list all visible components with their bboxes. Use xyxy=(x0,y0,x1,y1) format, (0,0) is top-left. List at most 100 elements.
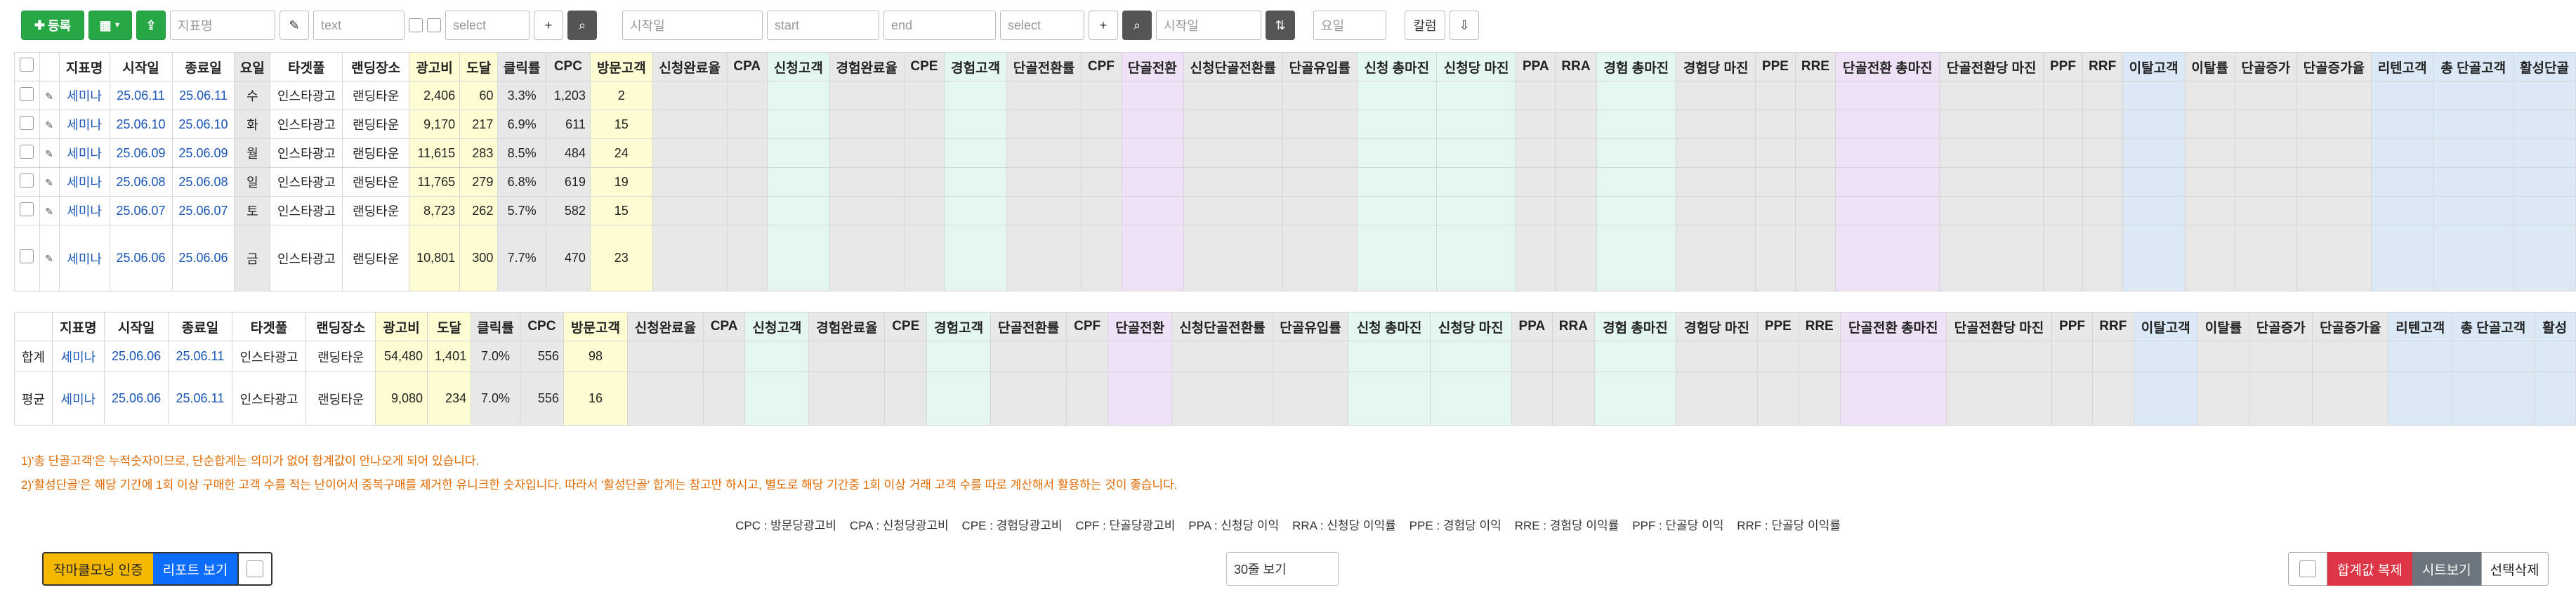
footer-checkbox[interactable] xyxy=(247,560,264,577)
row-checkbox[interactable] xyxy=(20,144,34,159)
summary-column-header-29[interactable]: 단골전환 총마진 xyxy=(1839,312,1947,341)
summary-column-header-33[interactable]: 이탈고객 xyxy=(2133,312,2198,341)
column-header-30[interactable]: 단골전환 총마진 xyxy=(1835,52,1940,81)
row-edit-cell[interactable]: ✎ xyxy=(39,167,60,197)
column-header-39[interactable]: 총 단골고객 xyxy=(2433,52,2513,81)
cell-end[interactable]: 25.06.10 xyxy=(171,110,235,139)
column-header-38[interactable]: 리텐고객 xyxy=(2370,52,2434,81)
table-row[interactable]: ✎ 세미나 25.06.07 25.06.07 토 인스타광고 랜딩타운 8,723 262 5.… xyxy=(14,196,2576,225)
summary-column-header-1[interactable]: 시작일 xyxy=(103,312,169,341)
summary-column-header-22[interactable]: 신청당 마진 xyxy=(1429,312,1512,341)
summary-column-header-17[interactable]: CPF xyxy=(1066,312,1109,341)
summary-column-header-26[interactable]: 경험당 마진 xyxy=(1676,312,1759,341)
row-edit-cell[interactable]: ✎ xyxy=(39,110,60,139)
cell-name[interactable]: 세미나 xyxy=(58,110,110,139)
summary-column-header-20[interactable]: 단골유입률 xyxy=(1272,312,1349,341)
column-header-18[interactable]: CPF xyxy=(1080,52,1122,81)
column-header-0[interactable]: 지표명 xyxy=(58,52,110,81)
delete-selected-button[interactable]: 선택삭제 xyxy=(2480,552,2549,586)
sort-button[interactable]: ⇅ xyxy=(1266,11,1295,40)
summary-column-header-31[interactable]: PPF xyxy=(2051,312,2093,341)
cell-start[interactable]: 25.06.10 xyxy=(109,110,173,139)
column-header-7[interactable]: 도달 xyxy=(459,52,499,81)
cell-name[interactable]: 세미나 xyxy=(58,196,110,225)
summary-column-header-18[interactable]: 단골전환 xyxy=(1108,312,1173,341)
row-checkbox[interactable] xyxy=(20,173,34,188)
summary-column-header-28[interactable]: RRE xyxy=(1798,312,1841,341)
summary-column-header-27[interactable]: PPE xyxy=(1757,312,1799,341)
text-input[interactable]: text xyxy=(313,11,405,40)
summary-column-header-5[interactable]: 광고비 xyxy=(375,312,428,341)
summary-column-header-35[interactable]: 단골증가 xyxy=(2249,312,2313,341)
column-header-21[interactable]: 단골유입률 xyxy=(1282,52,1358,81)
column-header-16[interactable]: 경험고객 xyxy=(944,52,1008,81)
row-checkbox[interactable] xyxy=(20,115,34,130)
row-checkbox[interactable] xyxy=(20,202,34,216)
column-header-2[interactable]: 종료일 xyxy=(171,52,235,81)
row-edit-cell[interactable]: ✎ xyxy=(39,225,60,291)
table-row[interactable]: ✎ 세미나 25.06.10 25.06.10 화 인스타광고 랜딩타운 9,170 217 6.… xyxy=(14,110,2576,139)
summary-column-header-2[interactable]: 종료일 xyxy=(168,312,232,341)
row-select-cell[interactable] xyxy=(14,110,40,139)
search-button-2[interactable]: ⌕ xyxy=(1122,11,1152,40)
select-all-checkbox-wrap[interactable] xyxy=(2288,552,2327,586)
row-select-cell[interactable] xyxy=(14,167,40,197)
weekday-input[interactable]: 요일 xyxy=(1313,11,1386,40)
column-header-14[interactable]: 경험완료율 xyxy=(829,52,905,81)
summary-column-header-8[interactable]: CPC xyxy=(519,312,564,341)
select-all-header-cell[interactable] xyxy=(14,52,40,81)
column-header-5[interactable]: 랜딩장소 xyxy=(342,52,409,81)
cell-end[interactable]: 25.06.09 xyxy=(171,138,235,168)
row-edit-cell[interactable]: ✎ xyxy=(39,81,60,110)
column-header-3[interactable]: 요일 xyxy=(234,52,271,81)
column-header-22[interactable]: 신청 총마진 xyxy=(1356,52,1437,81)
metric-name-input[interactable]: 지표명 xyxy=(170,11,275,40)
cell-start[interactable]: 25.06.11 xyxy=(109,81,173,110)
end-date-input[interactable]: end xyxy=(883,11,996,40)
row-select-cell[interactable] xyxy=(14,81,40,110)
summary-column-header-34[interactable]: 이탈률 xyxy=(2197,312,2250,341)
summary-column-header-19[interactable]: 신청단골전환률 xyxy=(1171,312,1273,341)
summary-column-header-9[interactable]: 방문고객 xyxy=(563,312,629,341)
cell-name[interactable]: 세미나 xyxy=(58,167,110,197)
download-button[interactable]: ⇩ xyxy=(1450,11,1479,40)
rows-per-page-select[interactable]: 30줄 보기 xyxy=(1226,552,1339,586)
pencil-icon[interactable]: ✎ xyxy=(45,148,53,159)
column-header-25[interactable]: RRA xyxy=(1555,52,1597,81)
summary-column-header-12[interactable]: 신청고객 xyxy=(744,312,810,341)
summary-column-header-36[interactable]: 단골증가율 xyxy=(2312,312,2389,341)
date-select-2[interactable]: 시작일 xyxy=(1156,11,1261,40)
add-button-2[interactable]: + xyxy=(1089,11,1118,40)
pencil-icon[interactable]: ✎ xyxy=(45,206,53,217)
column-header-9[interactable]: CPC xyxy=(545,52,591,81)
select-all-checkbox[interactable] xyxy=(2299,560,2316,577)
table-row[interactable]: ✎ 세미나 25.06.11 25.06.11 수 인스타광고 랜딩타운 2,406 60 3.3… xyxy=(14,81,2576,110)
search-button[interactable]: ⌕ xyxy=(567,11,597,40)
column-header-35[interactable]: 이탈률 xyxy=(2184,52,2235,81)
cell-name[interactable]: 세미나 xyxy=(58,138,110,168)
summary-column-header-37[interactable]: 리텐고객 xyxy=(2388,312,2453,341)
cell-start[interactable]: 25.06.08 xyxy=(109,167,173,197)
column-header-15[interactable]: CPE xyxy=(903,52,945,81)
report-view-button[interactable]: 리포트 보기 xyxy=(152,552,238,586)
summary-column-header-23[interactable]: PPA xyxy=(1511,312,1553,341)
column-header-32[interactable]: PPF xyxy=(2043,52,2083,81)
column-header-8[interactable]: 클릭률 xyxy=(497,52,546,81)
column-header-28[interactable]: PPE xyxy=(1755,52,1796,81)
column-header-17[interactable]: 단골전환률 xyxy=(1006,52,1082,81)
toolbar-checkbox-2[interactable] xyxy=(427,18,441,32)
summary-column-header-13[interactable]: 경험완료율 xyxy=(808,312,886,341)
morning-cert-button[interactable]: 작마클모닝 인증 xyxy=(42,552,153,586)
column-header-10[interactable]: 방문고객 xyxy=(589,52,653,81)
column-header-29[interactable]: RRE xyxy=(1794,52,1836,81)
cell-name[interactable]: 세미나 xyxy=(58,225,110,291)
cell-end[interactable]: 25.06.06 xyxy=(171,225,235,291)
summary-column-header-10[interactable]: 신청완료율 xyxy=(627,312,704,341)
column-header-4[interactable]: 타겟풀 xyxy=(270,52,343,81)
summary-column-header-0[interactable]: 지표명 xyxy=(51,312,105,341)
cell-start[interactable]: 25.06.07 xyxy=(109,196,173,225)
summary-column-header-7[interactable]: 클릭률 xyxy=(471,312,520,341)
column-header-12[interactable]: CPA xyxy=(726,52,768,81)
summary-column-header-3[interactable]: 타겟풀 xyxy=(231,312,307,341)
column-header-19[interactable]: 단골전환 xyxy=(1120,52,1184,81)
